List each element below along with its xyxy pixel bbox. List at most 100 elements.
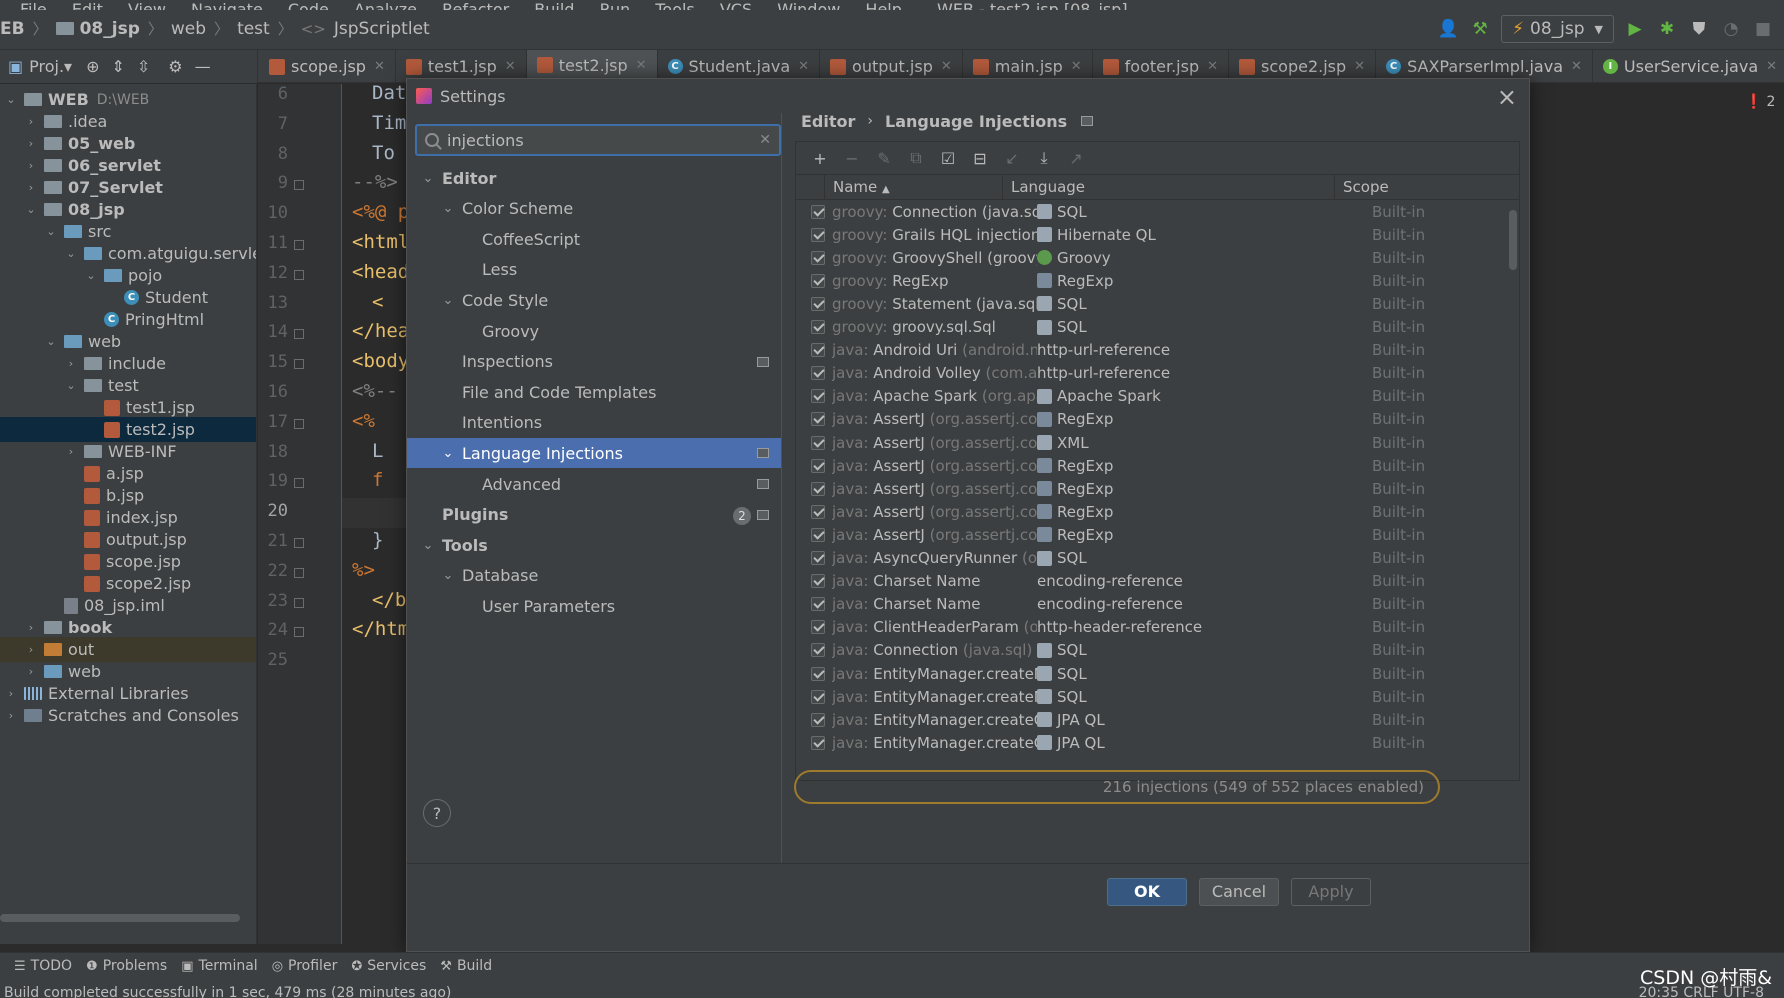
table-row[interactable]: java: AssertJ (org.assertj.core RegExp Bui…	[796, 408, 1508, 431]
coverage-icon[interactable]: ⛊	[1688, 18, 1710, 40]
chevron-right-icon[interactable]: ›	[4, 709, 18, 722]
chevron-right-icon[interactable]: ›	[4, 687, 18, 700]
fold-marker-icon[interactable]	[294, 478, 304, 489]
enabled-checkbox[interactable]	[811, 551, 825, 565]
settings-node-language-injections[interactable]: ⌄ Language Injections	[407, 438, 781, 469]
close-tab-icon[interactable]: ✕	[1207, 59, 1218, 74]
enabled-checkbox[interactable]	[811, 597, 825, 612]
table-row[interactable]: java: Connection (java.sql) SQL Built-in	[796, 639, 1508, 662]
splitter[interactable]	[781, 113, 782, 863]
chevron-right-icon[interactable]: ›	[24, 137, 38, 150]
fold-marker-icon[interactable]	[294, 269, 304, 280]
enabled-checkbox[interactable]	[811, 389, 825, 404]
close-tab-icon[interactable]: ✕	[374, 59, 385, 74]
close-tab-icon[interactable]: ✕	[1571, 59, 1582, 74]
chevron-right-icon[interactable]: ›	[24, 643, 38, 656]
close-tab-icon[interactable]: ✕	[1354, 59, 1365, 74]
chevron-down-icon[interactable]: ⌄	[84, 269, 98, 282]
fold-marker-icon[interactable]	[294, 627, 304, 638]
enabled-checkbox[interactable]	[811, 435, 825, 450]
clear-search-icon[interactable]: ✕	[759, 132, 771, 148]
settings-node-coffeescript[interactable]: CoffeeScript	[407, 224, 781, 254]
table-row[interactable]: groovy: Connection (java.sql) SQL Built-in	[796, 200, 1508, 223]
table-scrollbar[interactable]	[1509, 210, 1517, 270]
column-name[interactable]: Name ▲	[824, 174, 1002, 200]
close-tab-icon[interactable]: ✕	[1071, 59, 1082, 74]
menu-navigate[interactable]: Navigate	[191, 0, 263, 10]
fold-marker-icon[interactable]	[294, 538, 304, 548]
cancel-button[interactable]: Cancel	[1199, 878, 1279, 906]
enabled-checkbox[interactable]	[811, 712, 825, 727]
enable-all-icon[interactable]: ☑	[936, 149, 960, 168]
enabled-checkbox[interactable]	[811, 481, 825, 496]
enabled-checkbox[interactable]	[811, 527, 825, 542]
settings-node-database[interactable]: ⌄ Database	[407, 561, 781, 591]
table-row[interactable]: groovy: RegExp RegExp Built-in	[796, 269, 1508, 292]
settings-node-less[interactable]: Less	[407, 255, 781, 285]
copy-icon[interactable]: ⧉	[904, 148, 928, 168]
add-icon[interactable]: +	[808, 149, 832, 168]
crumb-module[interactable]: 08_jsp	[80, 19, 140, 39]
help-button[interactable]: ?	[423, 799, 451, 827]
chevron-right-icon[interactable]: ›	[64, 445, 78, 458]
locate-icon[interactable]: ⊕	[86, 57, 99, 76]
enabled-checkbox[interactable]	[811, 412, 825, 427]
menu-window[interactable]: Window	[777, 0, 840, 10]
table-row[interactable]: java: AssertJ (org.assertj.core RegExp Bui…	[796, 454, 1508, 477]
crumb-test[interactable]: test	[237, 19, 270, 39]
settings-node-intentions[interactable]: Intentions	[407, 408, 781, 438]
chevron-down-icon[interactable]: ⌄	[439, 446, 457, 461]
settings-node-user-parameters[interactable]: User Parameters	[407, 591, 781, 621]
menu-help[interactable]: Help	[865, 0, 901, 10]
settings-node-editor[interactable]: ⌄ Editor	[407, 163, 781, 193]
menu-tools[interactable]: Tools	[655, 0, 694, 10]
enabled-checkbox[interactable]	[811, 666, 825, 681]
crumb-project[interactable]: EB	[0, 19, 25, 39]
table-row[interactable]: java: EntityManager.createQu JPA QL Built-…	[796, 731, 1508, 754]
table-row[interactable]: java: AssertJ (org.assertj.core XML Built-…	[796, 431, 1508, 454]
project-view-select[interactable]: Proj.▾	[29, 57, 72, 76]
chevron-down-icon[interactable]: ⌄	[439, 201, 457, 216]
chevron-right-icon[interactable]: ›	[64, 357, 78, 370]
run-icon[interactable]: ▶	[1624, 18, 1646, 40]
expand-all-icon[interactable]: ⇕	[111, 57, 124, 76]
menu-analyze[interactable]: Analyze	[354, 0, 417, 10]
crumb-scriptlet[interactable]: JspScriptlet	[334, 19, 430, 39]
settings-node-plugins[interactable]: Plugins 2	[407, 500, 781, 530]
settings-search[interactable]: ✕	[415, 124, 781, 156]
user-icon[interactable]: 👤	[1437, 18, 1459, 40]
table-row[interactable]: java: AsyncQueryRunner (org SQL Built-in	[796, 547, 1508, 570]
close-tab-icon[interactable]: ✕	[505, 59, 516, 74]
menu-file[interactable]: File	[20, 0, 47, 10]
code-editor[interactable]: Dat Tim To --%> <%@ p <html <head < </hea <body <%…	[342, 84, 408, 944]
horizontal-scrollbar[interactable]	[0, 914, 240, 922]
chevron-down-icon[interactable]: ⌄	[419, 171, 437, 186]
breadcrumb-editor[interactable]: Editor	[801, 112, 855, 131]
enabled-checkbox[interactable]	[811, 366, 825, 381]
fold-marker-icon[interactable]	[294, 359, 304, 370]
enabled-checkbox[interactable]	[811, 273, 825, 288]
status-message[interactable]: Build completed successfully in 1 sec, 4…	[4, 985, 451, 998]
enabled-checkbox[interactable]	[811, 643, 825, 658]
hide-icon[interactable]: —	[195, 57, 211, 76]
enabled-checkbox[interactable]	[811, 689, 825, 704]
hammer-icon[interactable]: ⚒	[1469, 18, 1491, 40]
table-row[interactable]: java: AssertJ (org.assertj.core RegExp Bui…	[796, 500, 1508, 523]
menu-view[interactable]: View	[128, 0, 166, 10]
chevron-down-icon[interactable]: ⌄	[64, 247, 78, 260]
gear-icon[interactable]: ⚙	[168, 57, 182, 76]
run-config-select[interactable]: ⚡ 08_jsp ▼	[1501, 15, 1614, 43]
fold-marker-icon[interactable]	[294, 180, 304, 191]
fold-marker-icon[interactable]	[294, 597, 304, 608]
import-icon[interactable]: ⤓	[1032, 148, 1056, 168]
chevron-right-icon[interactable]: ›	[24, 115, 38, 128]
enabled-checkbox[interactable]	[811, 574, 825, 589]
enabled-checkbox[interactable]	[811, 250, 825, 265]
close-icon[interactable]: ×	[1497, 83, 1517, 111]
edit-icon[interactable]: ✎	[872, 149, 896, 168]
enabled-checkbox[interactable]	[811, 320, 825, 334]
fold-marker-icon[interactable]	[294, 329, 304, 340]
enabled-checkbox[interactable]	[811, 296, 825, 311]
chevron-down-icon[interactable]: ⌄	[64, 379, 78, 392]
chevron-down-icon[interactable]: ⌄	[24, 203, 38, 216]
